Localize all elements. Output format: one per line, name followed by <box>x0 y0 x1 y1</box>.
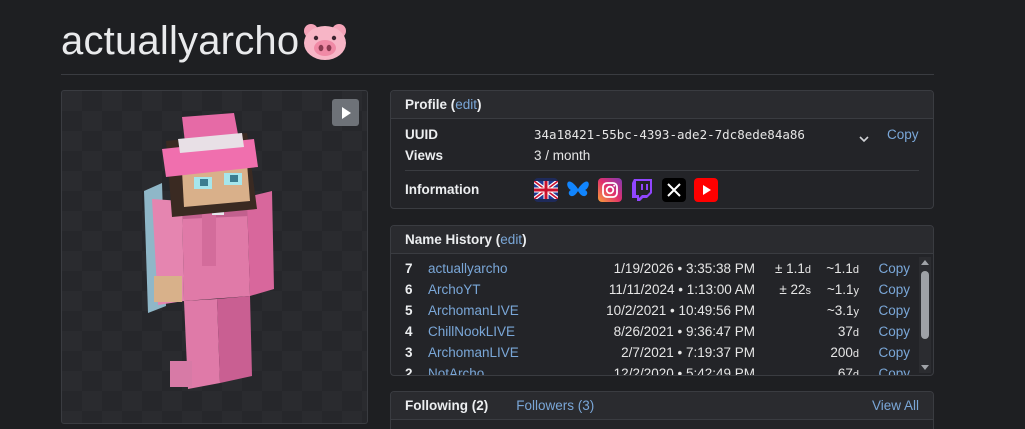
youtube-icon[interactable] <box>694 178 718 202</box>
views-value: 3 / month <box>534 148 591 163</box>
history-uncertainty: ± 22s <box>779 282 811 297</box>
tab-following[interactable]: Following (2) <box>405 398 488 413</box>
history-date: 1/19/2026 • 3:35:38 PM <box>613 261 755 276</box>
history-date: 10/2/2021 • 10:49:56 PM <box>606 303 755 318</box>
profile-heading: Profile <box>405 97 448 112</box>
history-duration: ~1.1d <box>826 261 859 276</box>
profile-card: Profile (edit) UUID 34a18421-55bc-4393-a… <box>390 90 934 209</box>
follow-header: Following (2) Followers (3) View All <box>391 392 933 420</box>
pig-face-icon <box>301 21 349 61</box>
uk-flag-icon[interactable] <box>534 178 558 202</box>
name-history-edit-link[interactable]: edit <box>500 232 522 247</box>
history-index: 3 <box>405 345 413 360</box>
scrollbar-thumb[interactable] <box>921 271 929 339</box>
list-item: 4 ChillNookLIVE 8/26/2021 • 9:36:47 PM 3… <box>391 324 917 345</box>
history-copy-button[interactable]: Copy <box>878 345 910 360</box>
list-item: 2 NotArcho 12/2/2020 • 5:42:49 PM 67d Co… <box>391 366 917 375</box>
list-item: 6 ArchoYT 11/11/2024 • 1:13:00 AM ± 22s … <box>391 282 917 303</box>
history-date: 12/2/2020 • 5:42:49 PM <box>613 366 755 375</box>
history-duration: 200d <box>830 345 859 360</box>
history-index: 4 <box>405 324 413 339</box>
history-name-link[interactable]: actuallyarcho <box>428 261 508 276</box>
profile-edit-link[interactable]: edit <box>455 97 477 112</box>
history-copy-button[interactable]: Copy <box>878 324 910 339</box>
skin-viewer[interactable] <box>61 90 368 424</box>
view-all-link[interactable]: View All <box>872 398 919 413</box>
profile-divider <box>405 170 919 171</box>
x-icon[interactable] <box>662 178 686 202</box>
follow-card: Following (2) Followers (3) View All <box>390 391 934 429</box>
history-copy-button[interactable]: Copy <box>878 282 910 297</box>
history-copy-button[interactable]: Copy <box>878 261 910 276</box>
name-history-heading: Name History <box>405 232 493 247</box>
history-duration: 67d <box>837 366 859 375</box>
instagram-icon[interactable] <box>598 178 622 202</box>
history-name-link[interactable]: NotArcho <box>428 366 484 375</box>
scroll-up-icon[interactable] <box>921 260 929 265</box>
list-item: 7 actuallyarcho 1/19/2026 • 3:35:38 PM ±… <box>391 261 917 282</box>
history-duration: 37d <box>837 324 859 339</box>
history-name-link[interactable]: ArchomanLIVE <box>428 345 519 360</box>
uuid-value: 34a18421-55bc-4393-ade2-7dc8ede84a86 <box>534 127 805 142</box>
history-date: 8/26/2021 • 9:36:47 PM <box>613 324 755 339</box>
views-label: Views <box>405 148 444 163</box>
history-copy-button[interactable]: Copy <box>878 303 910 318</box>
history-copy-button[interactable]: Copy <box>878 366 910 375</box>
information-label: Information <box>405 182 480 197</box>
profile-header: Profile (edit) <box>391 91 933 119</box>
history-date: 2/7/2021 • 7:19:37 PM <box>621 345 755 360</box>
tab-followers[interactable]: Followers (3) <box>516 398 594 413</box>
name-history-header: Name History (edit) <box>391 226 933 254</box>
name-history-card: Name History (edit) 7 actuallyarcho 1/19… <box>390 225 934 376</box>
history-name-link[interactable]: ChillNookLIVE <box>428 324 515 339</box>
chevron-down-icon[interactable] <box>859 130 869 148</box>
history-index: 5 <box>405 303 413 318</box>
history-uncertainty: ± 1.1d <box>774 261 811 276</box>
history-index: 7 <box>405 261 413 276</box>
history-duration: ~1.1y <box>826 282 859 297</box>
uuid-label: UUID <box>405 127 438 142</box>
bluesky-icon[interactable] <box>566 178 590 202</box>
title-divider <box>61 74 934 75</box>
list-item: 3 ArchomanLIVE 2/7/2021 • 7:19:37 PM 200… <box>391 345 917 366</box>
history-index: 2 <box>405 366 413 375</box>
list-item: 5 ArchomanLIVE 10/2/2021 • 10:49:56 PM ~… <box>391 303 917 324</box>
name-history-scrollbar[interactable] <box>919 257 931 373</box>
name-history-list[interactable]: 7 actuallyarcho 1/19/2026 • 3:35:38 PM ±… <box>391 255 917 375</box>
username-heading: actuallyarcho <box>61 19 300 63</box>
history-name-link[interactable]: ArchomanLIVE <box>428 303 519 318</box>
history-index: 6 <box>405 282 413 297</box>
history-name-link[interactable]: ArchoYT <box>428 282 481 297</box>
twitch-icon[interactable] <box>630 178 654 202</box>
page-title: actuallyarcho <box>61 14 349 68</box>
history-date: 11/11/2024 • 1:13:00 AM <box>608 282 755 297</box>
skin-render <box>144 113 274 389</box>
uuid-copy-button[interactable]: Copy <box>887 127 919 142</box>
scroll-down-icon[interactable] <box>921 365 929 370</box>
history-duration: ~3.1y <box>826 303 859 318</box>
